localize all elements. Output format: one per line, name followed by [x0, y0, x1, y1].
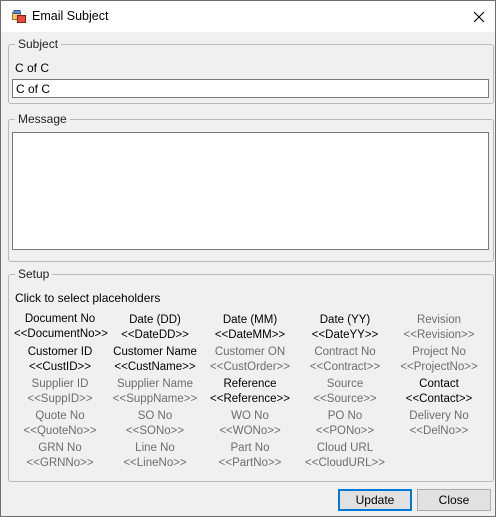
placeholder-token: <<WONo>>: [219, 425, 281, 437]
placeholder-token: <<DateMM>>: [214, 329, 286, 341]
placeholder-token: <<Reference>>: [210, 393, 290, 405]
placeholder-name: Cloud URL: [316, 442, 374, 454]
message-textarea[interactable]: [12, 132, 489, 250]
placeholder-supplier-name[interactable]: Supplier Name <<SuppName>>: [109, 377, 201, 407]
placeholder-token: <<DelNo>>: [409, 425, 469, 437]
placeholder-name: Part No: [230, 442, 270, 454]
email-subject-dialog: Email Subject Subject C of C Message Set…: [0, 0, 496, 517]
placeholder-name: Contact: [419, 378, 459, 390]
placeholder-date-mm[interactable]: Date (MM) <<DateMM>>: [204, 313, 296, 343]
placeholder-line-no[interactable]: Line No <<LineNo>>: [109, 441, 201, 471]
placeholder-name: GRN No: [38, 442, 82, 454]
window-title: Email Subject: [32, 9, 109, 23]
placeholder-name: Supplier ID: [31, 378, 89, 390]
placeholder-token: <<Revision>>: [403, 329, 475, 341]
placeholder-token: <<QuoteNo>>: [23, 425, 97, 437]
placeholder-customer-name[interactable]: Customer Name <<CustName>>: [109, 345, 201, 375]
placeholder-token: <<SONo>>: [125, 425, 185, 437]
placeholder-token: <<CustID>>: [28, 361, 91, 373]
placeholder-name: Customer ID: [27, 346, 93, 358]
placeholder-token: <<Contact>>: [405, 393, 473, 405]
placeholder-reference[interactable]: Reference <<Reference>>: [204, 377, 296, 407]
subject-label: C of C: [15, 61, 50, 75]
placeholder-token: <<DateYY>>: [311, 329, 379, 341]
placeholder-date-dd[interactable]: Date (DD) <<DateDD>>: [109, 313, 201, 343]
placeholder-revision[interactable]: Revision <<Revision>>: [393, 313, 485, 343]
placeholder-name: Delivery No: [409, 410, 469, 422]
placeholder-name: Source: [326, 378, 364, 390]
placeholder-token: <<SuppName>>: [112, 393, 198, 405]
setup-hint: Click to select placeholders: [15, 291, 161, 305]
placeholder-quote-no[interactable]: Quote No <<QuoteNo>>: [14, 409, 106, 439]
placeholder-token: <<CloudURL>>: [305, 457, 385, 469]
placeholder-token: <<GRNNo>>: [26, 457, 94, 469]
placeholder-name: Quote No: [35, 410, 85, 422]
placeholder-customer-on[interactable]: Customer ON <<CustOrder>>: [204, 345, 296, 375]
placeholder-contract-no[interactable]: Contract No <<Contract>>: [299, 345, 391, 375]
placeholder-supplier-id[interactable]: Supplier ID <<SuppID>>: [14, 377, 106, 407]
placeholder-document-no[interactable]: Document No <<DocumentNo>>: [14, 312, 108, 342]
placeholder-token: <<PONo>>: [315, 425, 375, 437]
placeholder-name: Date (DD): [129, 314, 181, 326]
placeholder-contact[interactable]: Contact <<Contact>>: [393, 377, 485, 407]
close-icon: [473, 11, 485, 23]
placeholder-token: <<PartNo>>: [218, 457, 282, 469]
placeholder-grn-no[interactable]: GRN No <<GRNNo>>: [14, 441, 106, 471]
placeholder-token: <<DocumentNo>>: [14, 328, 108, 340]
placeholder-token: <<DateDD>>: [121, 329, 189, 341]
placeholder-name: WO No: [231, 410, 269, 422]
close-window-button[interactable]: [465, 4, 493, 30]
placeholder-name: Customer ON: [214, 346, 286, 358]
placeholder-cloud-url[interactable]: Cloud URL <<CloudURL>>: [299, 441, 391, 471]
update-button[interactable]: Update: [338, 489, 412, 511]
placeholder-customer-id[interactable]: Customer ID <<CustID>>: [14, 345, 106, 375]
placeholder-name: Supplier Name: [116, 378, 194, 390]
placeholder-name: Date (MM): [222, 314, 278, 326]
placeholder-part-no[interactable]: Part No <<PartNo>>: [204, 441, 296, 471]
placeholder-po-no[interactable]: PO No <<PONo>>: [299, 409, 391, 439]
message-legend: Message: [18, 112, 67, 126]
placeholder-name: Contract No: [314, 346, 376, 358]
placeholder-delivery-no[interactable]: Delivery No <<DelNo>>: [393, 409, 485, 439]
placeholder-token: <<Contract>>: [309, 361, 381, 373]
placeholder-so-no[interactable]: SO No <<SONo>>: [109, 409, 201, 439]
placeholder-name: Line No: [135, 442, 175, 454]
setup-legend: Setup: [18, 267, 50, 281]
placeholder-project-no[interactable]: Project No <<ProjectNo>>: [393, 345, 485, 375]
placeholder-name: Reference: [223, 378, 277, 390]
placeholder-name: SO No: [137, 410, 173, 422]
placeholder-token: <<CustOrder>>: [210, 361, 290, 373]
placeholder-name: Revision: [416, 314, 462, 326]
placeholder-name: Date (YY): [319, 314, 371, 326]
app-icon: [12, 10, 26, 23]
placeholder-token: <<Source>>: [313, 393, 377, 405]
placeholder-wo-no[interactable]: WO No <<WONo>>: [204, 409, 296, 439]
subject-input[interactable]: [12, 79, 489, 98]
title-bar: Email Subject: [1, 1, 495, 32]
placeholder-token: <<SuppID>>: [27, 393, 93, 405]
placeholder-name: PO No: [327, 410, 363, 422]
placeholder-name: Customer Name: [113, 346, 197, 358]
placeholder-date-yy[interactable]: Date (YY) <<DateYY>>: [299, 313, 391, 343]
placeholder-token: <<LineNo>>: [123, 457, 187, 469]
placeholder-name: Project No: [412, 346, 466, 358]
placeholder-token: <<CustName>>: [114, 361, 196, 373]
placeholder-name: Document No: [24, 313, 96, 325]
placeholder-token: <<ProjectNo>>: [400, 361, 478, 373]
subject-legend: Subject: [18, 37, 59, 51]
placeholder-source[interactable]: Source <<Source>>: [299, 377, 391, 407]
close-button[interactable]: Close: [417, 489, 491, 511]
